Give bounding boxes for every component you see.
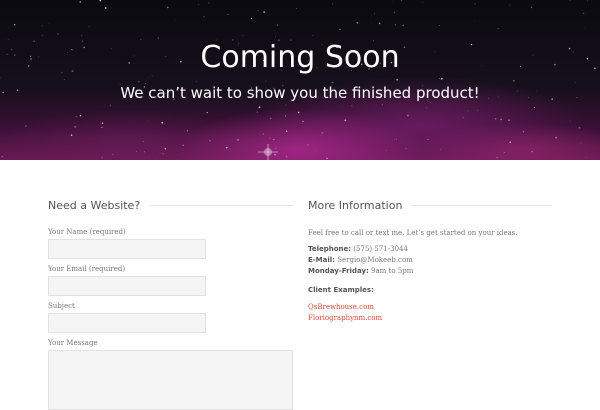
email-value: Sergio@Mokeeb.com <box>335 256 413 264</box>
more-info-heading: More Information <box>308 199 402 212</box>
subject-field-label: Subject <box>48 301 293 311</box>
client-link-floriographynm[interactable]: Floriographynm.com <box>308 313 552 324</box>
message-field-label: Your Message <box>48 338 293 348</box>
email-row: E-Mail: Sergio@Mokeeb.com <box>308 255 552 266</box>
telephone-value: (575) 571-3044 <box>351 245 408 253</box>
hours-value: 9am to 5pm <box>369 267 414 275</box>
section-divider <box>150 205 293 206</box>
hours-row: Monday-Friday: 9am to 5pm <box>308 266 552 277</box>
email-field-label: Your Email (required) <box>48 264 293 274</box>
hero-banner: Coming Soon We can’t wait to show you th… <box>0 0 600 160</box>
contact-details: Feel free to call or text me. Let’s get … <box>308 228 552 324</box>
client-links: QsBrewhouse.com Floriographynm.com <box>308 302 552 324</box>
client-link-qsbrewhouse[interactable]: QsBrewhouse.com <box>308 302 552 313</box>
email-label: E-Mail: <box>308 256 335 264</box>
email-field[interactable] <box>48 276 206 296</box>
more-info-section: More Information Feel free to call or te… <box>308 196 552 324</box>
client-examples-label: Client Examples: <box>308 285 552 296</box>
hours-label: Monday-Friday: <box>308 267 369 275</box>
telephone-row: Telephone: (575) 571-3044 <box>308 244 552 255</box>
contact-form-heading: Need a Website? <box>48 199 140 212</box>
message-field[interactable] <box>48 350 293 410</box>
contact-form-header: Need a Website? <box>48 196 293 214</box>
starfield-background <box>0 0 600 160</box>
page-title: Coming Soon <box>0 40 600 75</box>
name-field-label: Your Name (required) <box>48 227 293 237</box>
more-info-header: More Information <box>308 196 552 214</box>
telephone-label: Telephone: <box>308 245 351 253</box>
contact-form-section: Need a Website? Your Name (required) You… <box>48 196 293 410</box>
name-field[interactable] <box>48 239 206 259</box>
hero-subtitle: We can’t wait to show you the finished p… <box>0 84 600 102</box>
info-intro: Feel free to call or text me. Let’s get … <box>308 228 552 238</box>
subject-field[interactable] <box>48 313 206 333</box>
section-divider <box>412 205 552 206</box>
contact-form: Your Name (required) Your Email (require… <box>48 227 293 410</box>
